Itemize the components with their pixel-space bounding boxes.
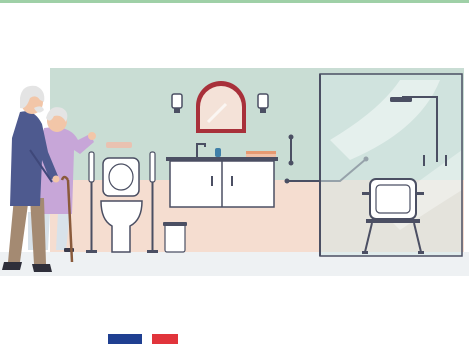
flag-white-stripe [142, 334, 152, 344]
bathroom-illustration [0, 68, 469, 276]
page [0, 0, 469, 344]
waste-bin-icon [163, 222, 187, 253]
flag-red-stripe [152, 334, 178, 344]
mirror-icon [196, 81, 246, 133]
french-flag-logo [108, 334, 178, 344]
flag-blue-stripe [108, 334, 142, 344]
